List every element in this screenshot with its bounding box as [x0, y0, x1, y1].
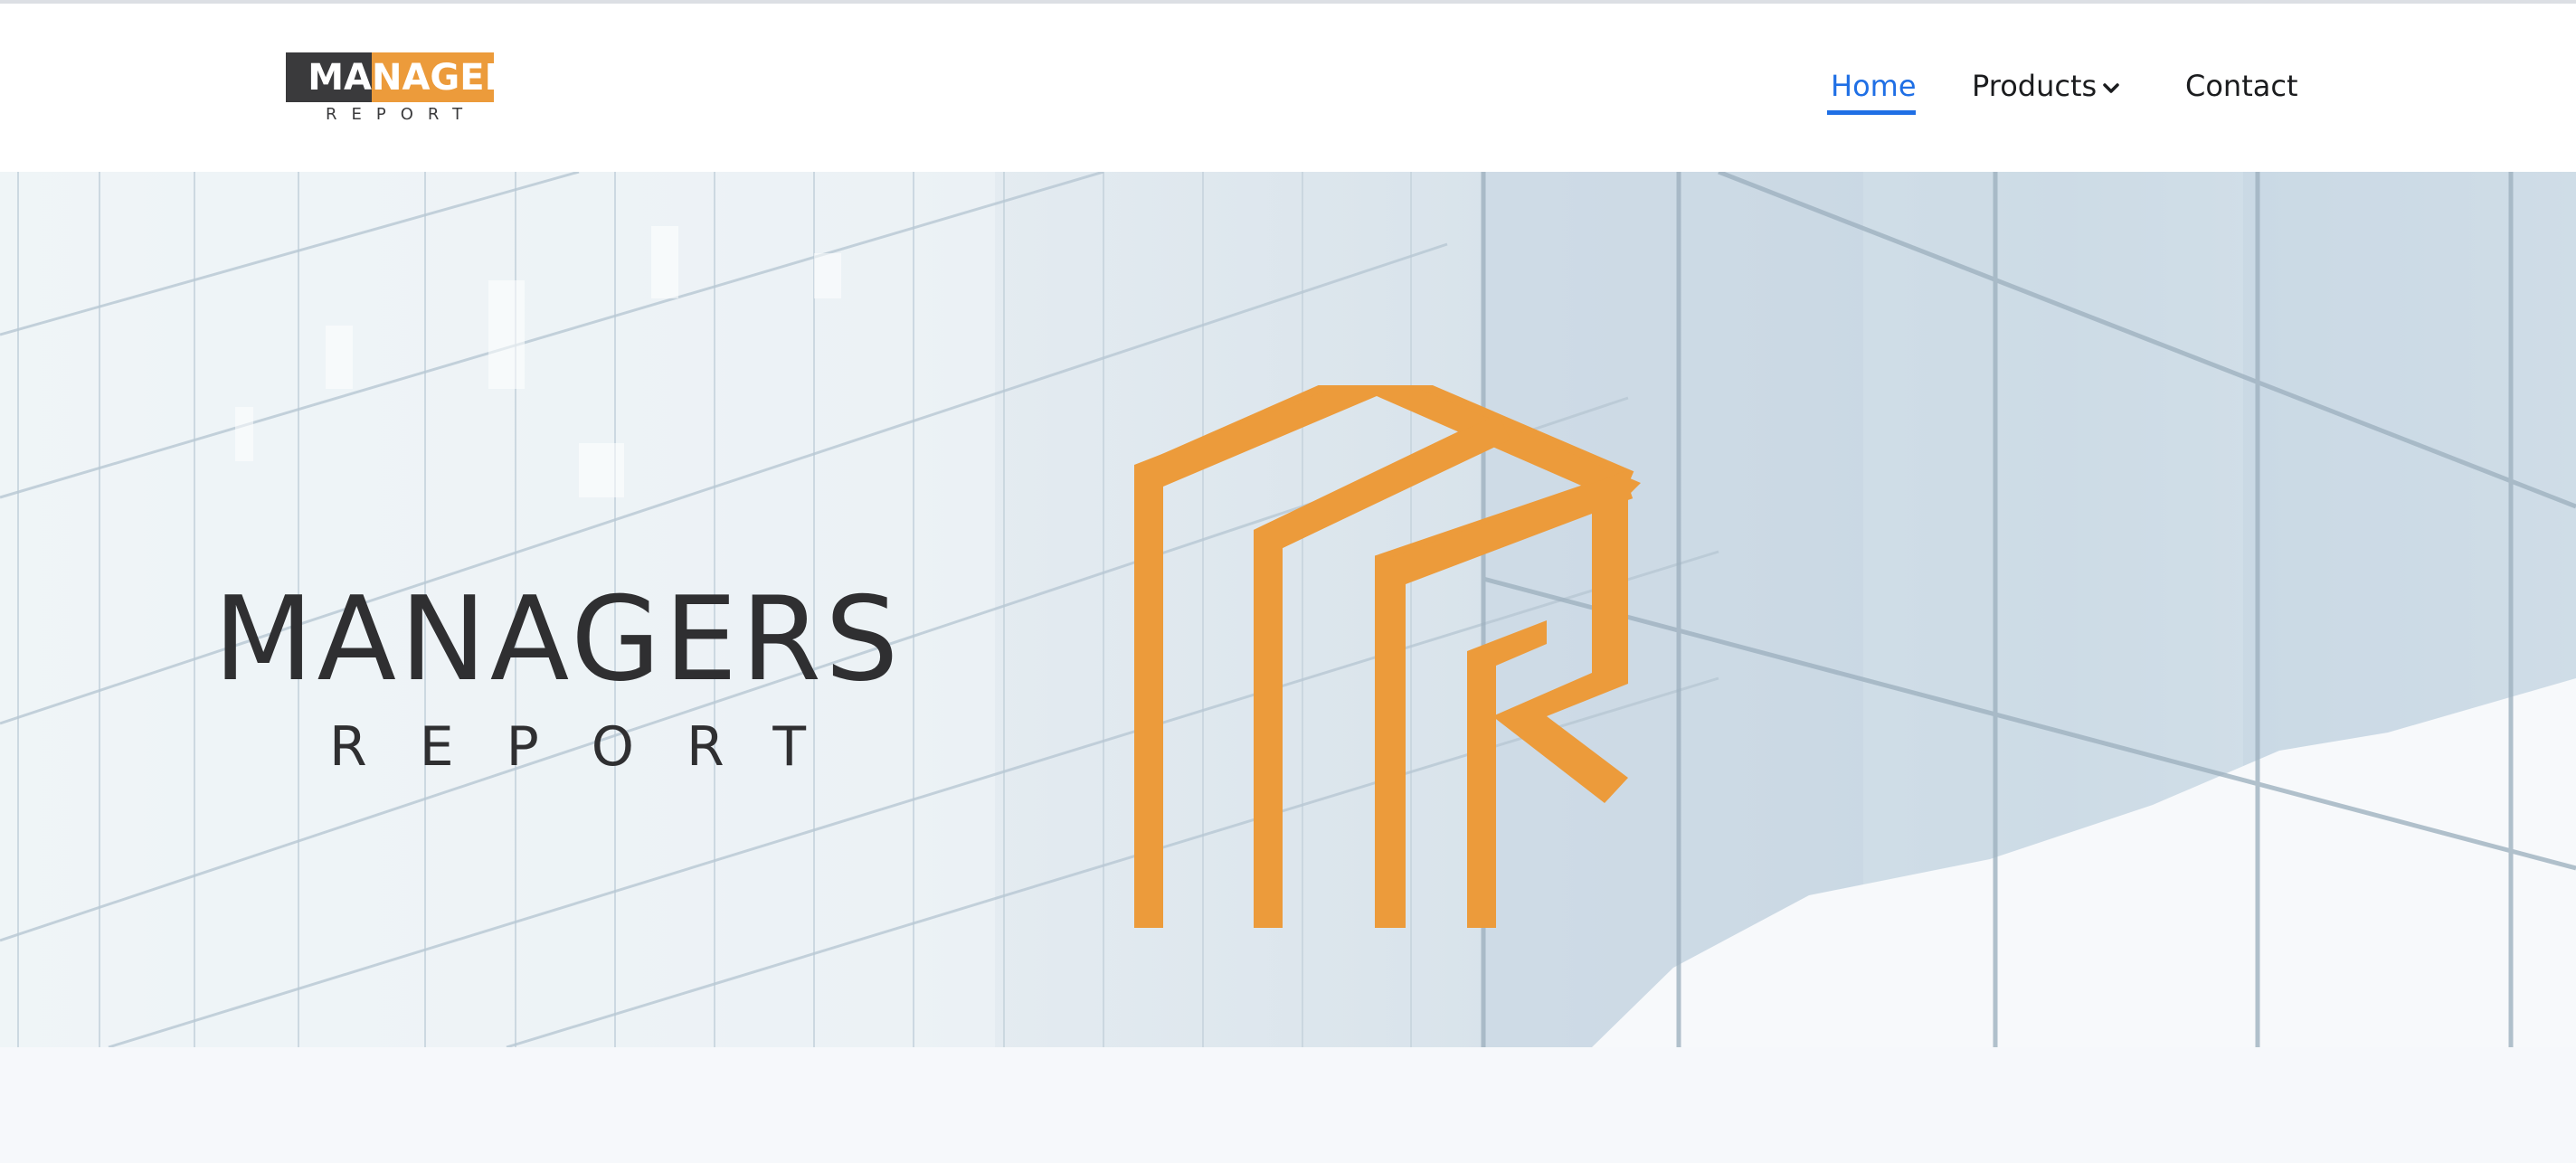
chevron-down-icon[interactable]	[2100, 78, 2122, 99]
page: MA NAGERS REPORT Home Products Contact M…	[0, 0, 2576, 1163]
active-nav-indicator	[1827, 110, 1916, 115]
hero-banner: MANAGERS REPORT	[0, 172, 2576, 1047]
nav-contact-link[interactable]: Contact	[2185, 69, 2298, 109]
content-area-top	[0, 1047, 2576, 1163]
nav-home-link[interactable]: Home	[1831, 69, 1917, 109]
managers-report-mark-icon	[1134, 385, 1641, 928]
hero-title: MANAGERS	[213, 572, 903, 707]
main-nav: Home Products Contact	[0, 0, 2576, 168]
hero-subtitle: REPORT	[329, 715, 858, 779]
nav-products-link[interactable]: Products	[1972, 69, 2097, 109]
